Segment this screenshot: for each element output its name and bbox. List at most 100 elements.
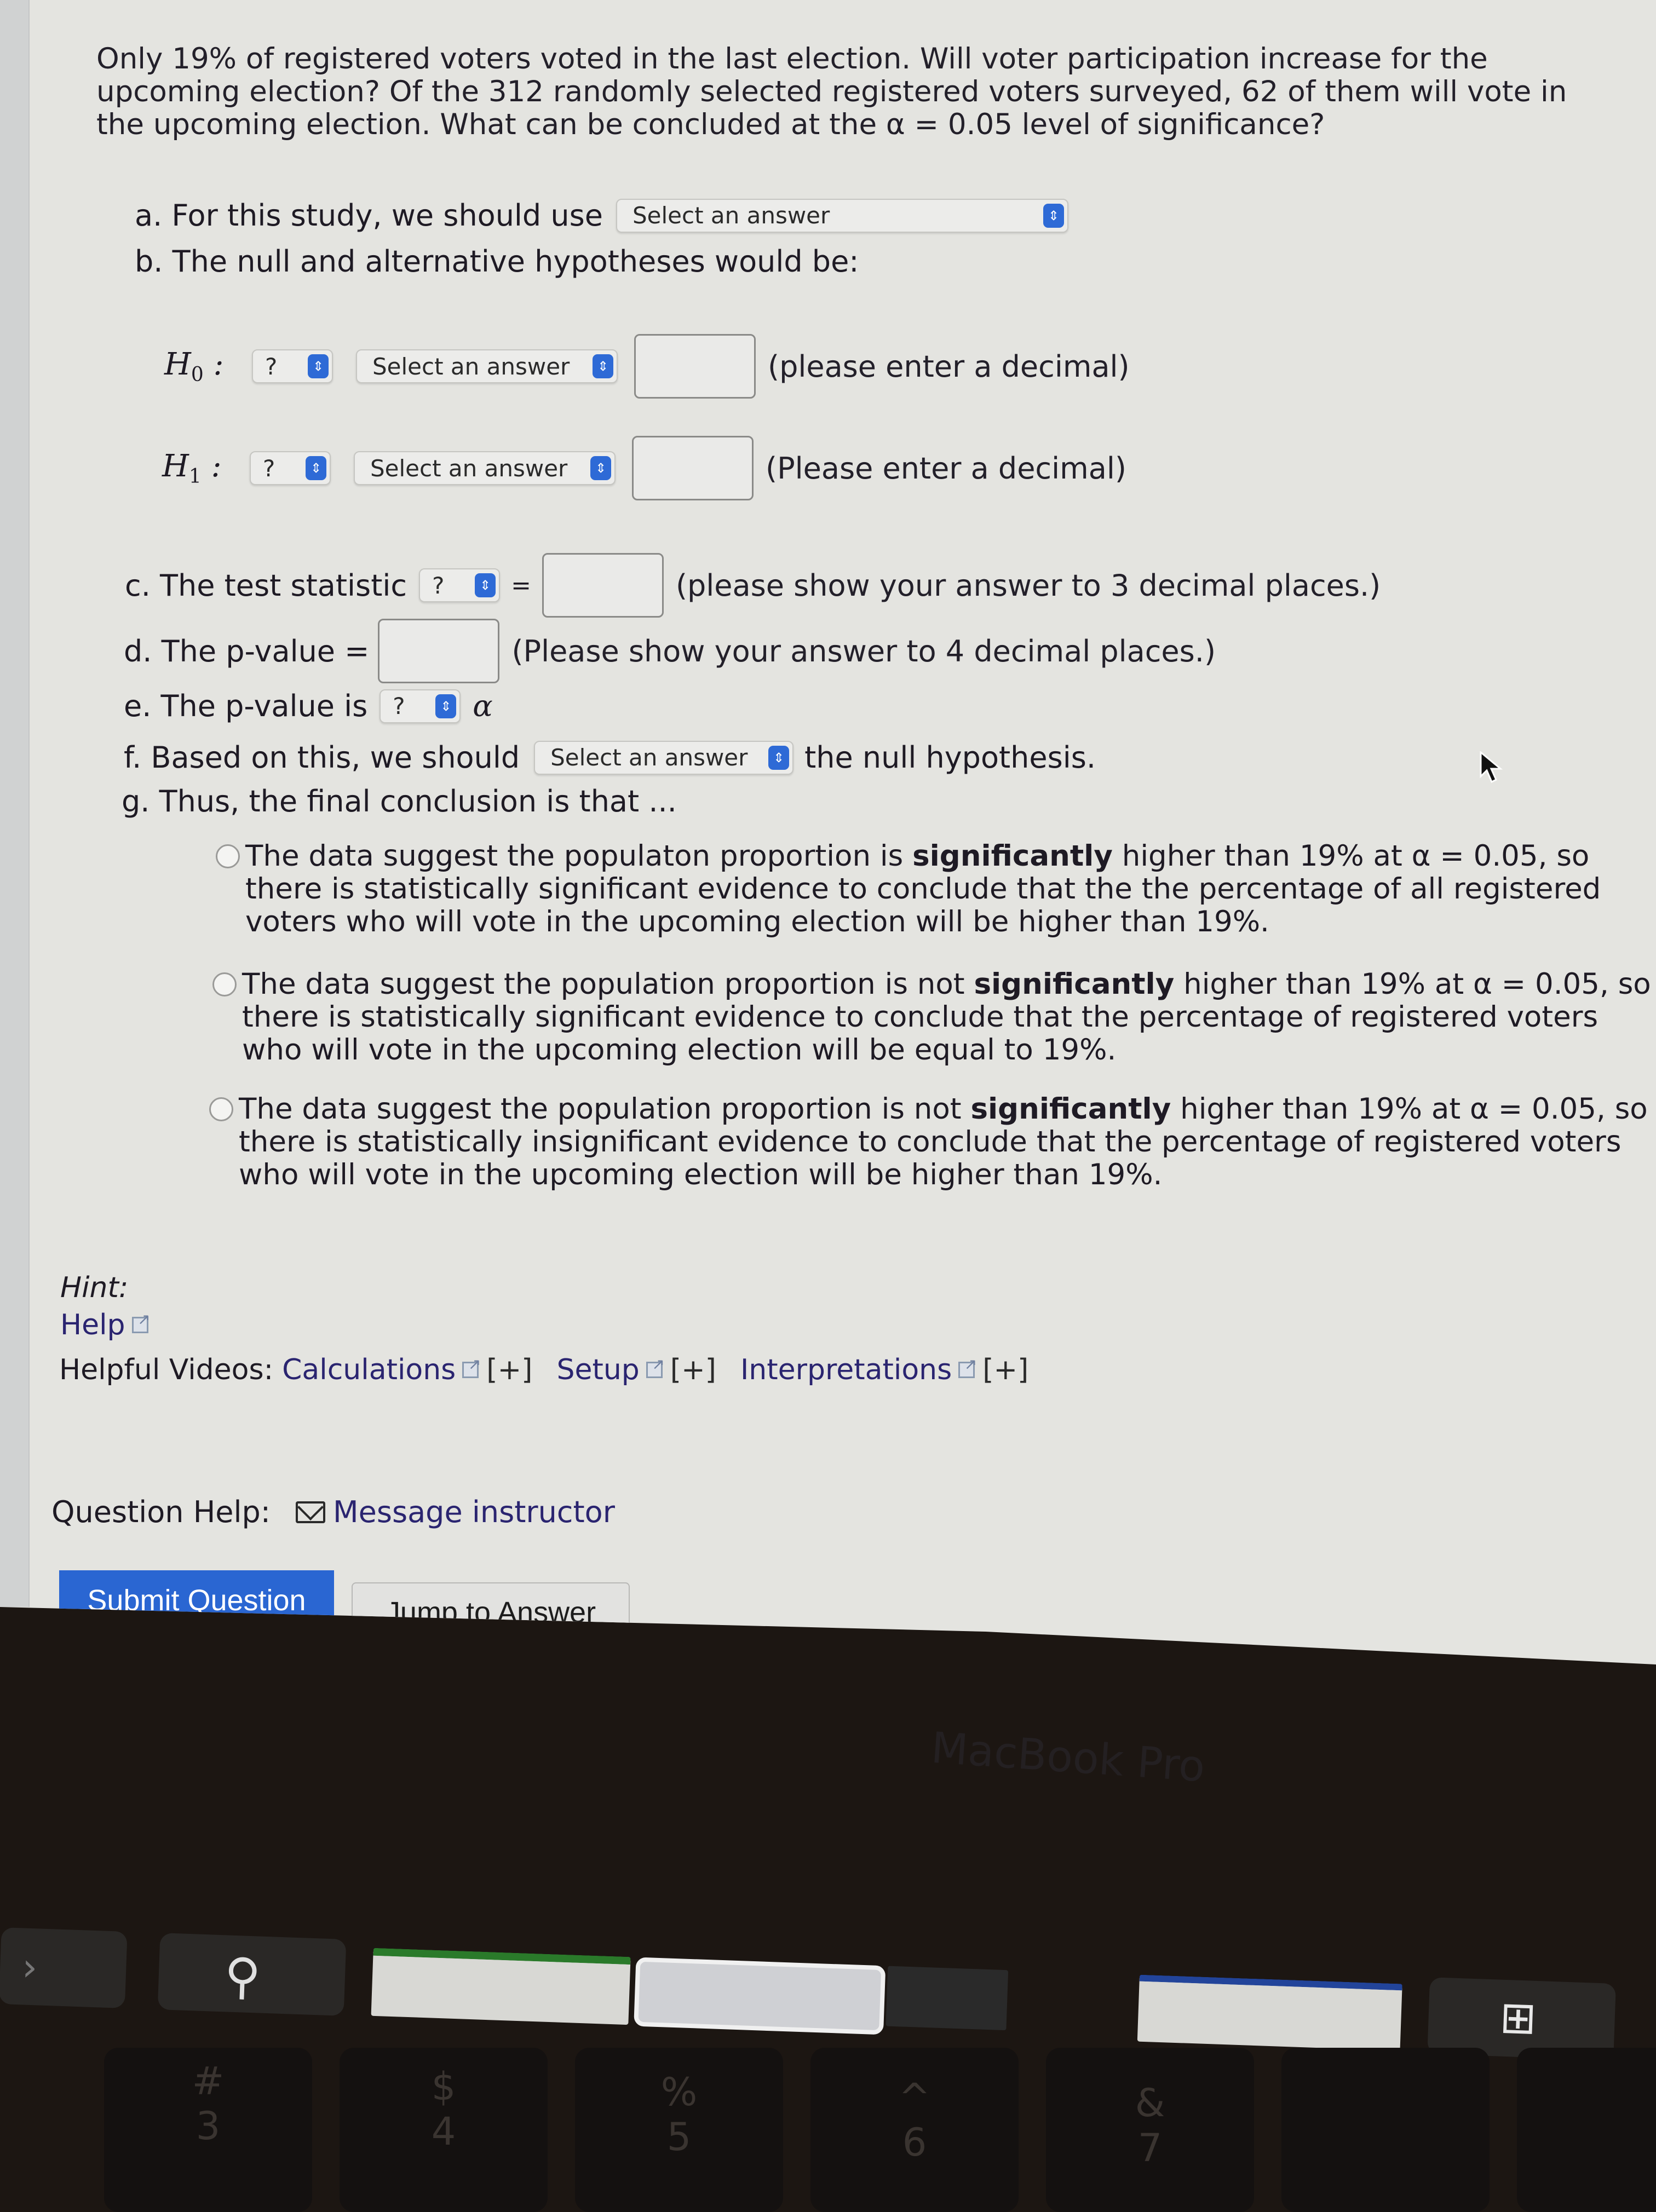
radio-button[interactable] (216, 844, 240, 868)
expand-calculations[interactable]: [+] (486, 1353, 532, 1386)
chevron-right-icon: › (21, 1944, 38, 1990)
touch-bar-tab-thumbnail-active[interactable] (634, 1957, 886, 2035)
h0-symbol: H (164, 346, 191, 382)
equals-sign: = (511, 571, 531, 600)
key-6[interactable]: ^ 6 (810, 2048, 1019, 2212)
h0-row: H0 : ? ⇕ Select an answer ⇕ (please ente… (164, 334, 1130, 399)
key-symbol: $ (431, 2064, 456, 2109)
browser-screen: Only 19% of registered voters voted in t… (0, 0, 1656, 1664)
external-link-icon (645, 1355, 665, 1379)
h1-subscript: 1 (188, 465, 202, 488)
part-e: e. The p-value is ? ⇕ α (124, 689, 493, 723)
h1-label: H1 : (162, 448, 250, 488)
conclusion-option-1[interactable]: The data suggest the populaton proportio… (216, 840, 1656, 938)
h0-parameter-select[interactable]: ? ⇕ (252, 349, 333, 383)
external-link-icon (957, 1355, 977, 1379)
select-value: ? (263, 454, 275, 482)
radio-button[interactable] (212, 972, 237, 996)
select-value: ? (432, 572, 445, 599)
new-tab-plus-icon: ⊞ (1499, 1991, 1538, 2044)
touch-bar-search-key[interactable]: ⚲ (157, 1933, 347, 2016)
h1-parameter-select[interactable]: ? ⇕ (250, 451, 331, 485)
search-icon: ⚲ (223, 1947, 262, 2006)
select-value: Select an answer (550, 744, 748, 771)
select-value: Select an answer (632, 202, 830, 229)
select-stepper-icon: ⇕ (593, 354, 613, 378)
h0-operator-select[interactable]: Select an answer ⇕ (356, 349, 618, 383)
expand-setup[interactable]: [+] (670, 1353, 716, 1386)
option-text-pre: The data suggest the population proporti… (242, 967, 974, 1001)
keyboard: # 3 $ 4 % 5 ^ 6 & 7 (0, 2037, 1656, 2212)
option-text: The data suggest the population proporti… (242, 968, 1656, 1067)
test-statistic-select[interactable]: ? ⇕ (419, 568, 501, 602)
option-text: The data suggest the population proporti… (239, 1093, 1655, 1191)
alpha-symbol: α (473, 689, 493, 723)
part-g-label: g. Thus, the final conclusion is that ..… (122, 784, 677, 819)
expand-interpretations[interactable]: [+] (982, 1353, 1028, 1386)
key[interactable] (1281, 2048, 1490, 2212)
h0-colon: : (213, 346, 224, 382)
decision-select[interactable]: Select an answer ⇕ (534, 740, 794, 775)
touch-bar-tab-thumbnail[interactable] (886, 1966, 1009, 2031)
option-text-bold: significantly (974, 967, 1175, 1001)
h1-operator-select[interactable]: Select an answer ⇕ (354, 451, 616, 485)
select-stepper-icon: ⇕ (475, 573, 496, 597)
select-value: ? (393, 693, 405, 719)
video-link-setup[interactable]: Setup (556, 1353, 639, 1386)
message-instructor-link[interactable]: Message instructor (333, 1495, 615, 1529)
helpful-videos-label: Helpful Videos: (59, 1353, 274, 1386)
key-3[interactable]: # 3 (104, 2048, 312, 2212)
part-f-suffix: the null hypothesis. (804, 740, 1096, 775)
select-value: Select an answer (372, 353, 570, 380)
video-link-calculations[interactable]: Calculations (282, 1353, 456, 1386)
h1-value-input[interactable] (632, 436, 754, 500)
key-5[interactable]: % 5 (575, 2048, 783, 2212)
select-stepper-icon: ⇕ (1043, 203, 1064, 228)
part-a: a. For this study, we should use Select … (135, 198, 1068, 233)
select-value: ? (265, 353, 278, 380)
key-digit: 7 (1137, 2125, 1163, 2170)
h1-symbol: H (162, 448, 189, 484)
radio-button[interactable] (209, 1097, 233, 1121)
external-link-icon (461, 1355, 481, 1379)
helpful-videos-row: Helpful Videos: Calculations [+] Setup [… (59, 1353, 1028, 1386)
key-symbol: & (1135, 2081, 1165, 2125)
mouse-cursor-icon (1480, 751, 1503, 784)
key-symbol: # (192, 2059, 225, 2104)
option-text-pre: The data suggest the populaton proportio… (245, 839, 913, 873)
h0-label: H0 : (164, 347, 252, 386)
conclusion-option-3[interactable]: The data suggest the population proporti… (209, 1093, 1655, 1191)
p-value-comparison-select[interactable]: ? ⇕ (380, 689, 461, 723)
part-f-label: f. Based on this, we should (124, 740, 520, 775)
part-d: d. The p-value = (Please show your answe… (124, 619, 1216, 683)
h0-subscript: 0 (191, 364, 204, 387)
part-b-text: b. The null and alternative hypotheses w… (135, 244, 859, 279)
part-b-label: b. The null and alternative hypotheses w… (135, 244, 859, 279)
conclusion-option-2[interactable]: The data suggest the population proporti… (212, 968, 1656, 1067)
key-7[interactable]: & 7 (1046, 2048, 1254, 2212)
part-d-note: (Please show your answer to 4 decimal pl… (511, 633, 1216, 669)
touch-bar-expand-key[interactable]: › (0, 1927, 128, 2008)
p-value-input[interactable] (378, 619, 500, 683)
select-value: Select an answer (370, 454, 568, 482)
question-help-row: Question Help: Message instructor (51, 1494, 615, 1529)
key-4[interactable]: $ 4 (340, 2048, 548, 2212)
study-type-select[interactable]: Select an answer ⇕ (616, 198, 1068, 233)
question-help-label: Question Help: (51, 1495, 271, 1529)
h0-value-input[interactable] (634, 334, 756, 399)
key-symbol: % (660, 2070, 698, 2115)
test-statistic-input[interactable] (542, 553, 664, 618)
help-link[interactable]: Help (60, 1309, 125, 1341)
part-e-label: e. The p-value is (124, 689, 368, 723)
h1-colon: : (211, 448, 222, 484)
video-link-interpretations[interactable]: Interpretations (740, 1353, 952, 1386)
key-digit: 3 (196, 2104, 221, 2148)
key[interactable] (1517, 2048, 1656, 2212)
jump-to-answer-button[interactable]: Jump to Answer (352, 1582, 630, 1643)
question-text: Only 19% of registered voters voted in t… (96, 42, 1567, 141)
submit-question-button[interactable]: Submit Question (59, 1570, 334, 1631)
touch-bar-tab-thumbnail[interactable] (371, 1948, 631, 2025)
select-stepper-icon: ⇕ (590, 456, 611, 480)
h0-note: (please enter a decimal) (768, 349, 1130, 384)
select-stepper-icon: ⇕ (768, 745, 790, 770)
